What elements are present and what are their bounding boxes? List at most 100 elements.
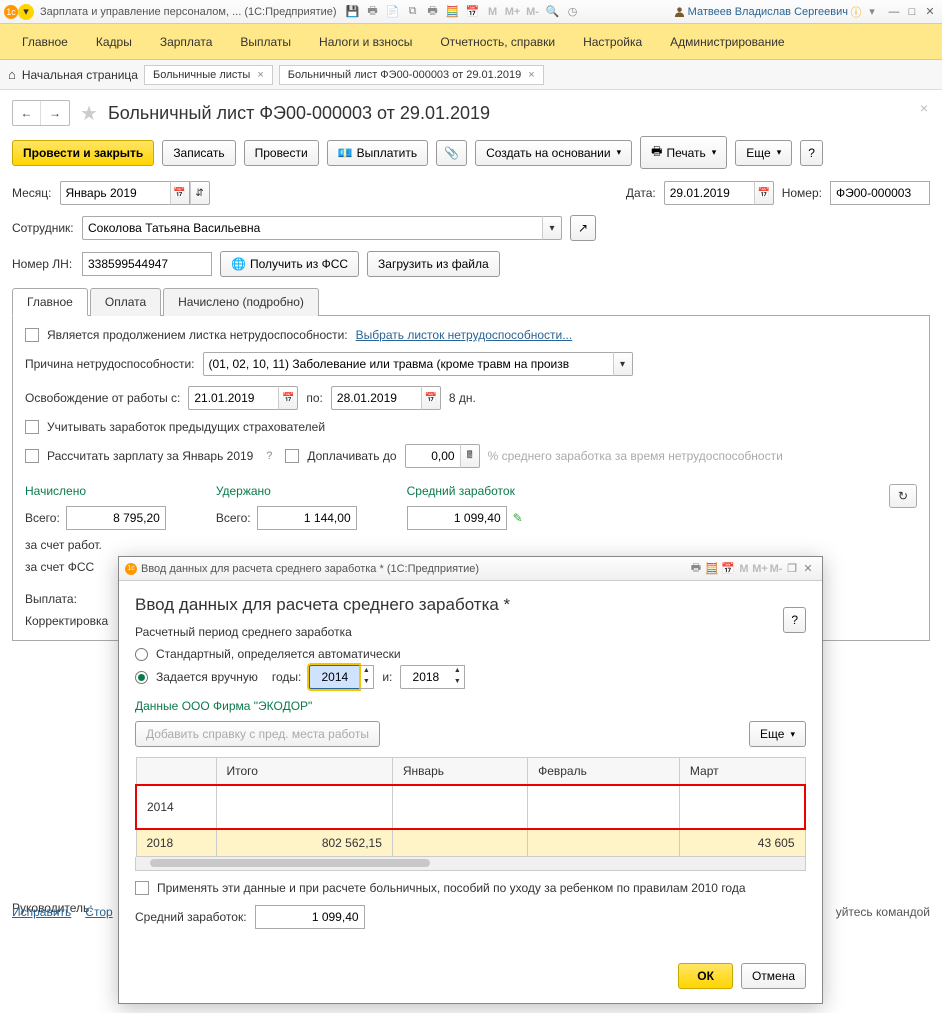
calendar-icon[interactable]: 📅 [421, 386, 441, 410]
save-button[interactable]: Записать [162, 140, 235, 166]
table-row[interactable]: 2018 802 562,15 43 605 [136, 829, 805, 857]
preview-icon[interactable]: 📄 [385, 4, 401, 20]
radio-auto[interactable] [135, 648, 148, 661]
post-and-close-button[interactable]: Провести и закрыть [12, 140, 154, 166]
get-fss-button[interactable]: 🌐Получить из ФСС [220, 251, 359, 277]
minimize-button[interactable]: — [886, 5, 902, 19]
modal-help-button[interactable]: ? [783, 607, 806, 633]
calendar-icon[interactable]: 📅 [170, 181, 190, 205]
spinner-icon[interactable]: ⇵ [190, 181, 210, 205]
spinner[interactable]: ▲▼ [450, 665, 465, 689]
tab-sick-leaves[interactable]: Больничные листы × [144, 65, 273, 85]
withheld-total[interactable] [257, 506, 357, 530]
user-label[interactable]: Матвеев Владислав Сергеевич [674, 6, 848, 18]
dropdown-icon[interactable]: ▾ [542, 216, 562, 240]
m-plus-icon[interactable]: M+ [752, 561, 768, 577]
open-employee-button[interactable]: ↗ [570, 215, 596, 241]
employee-input[interactable] [82, 216, 542, 240]
calendar-icon[interactable]: 📅 [278, 386, 298, 410]
compare-icon[interactable]: ⧉ [405, 4, 421, 20]
spinner[interactable]: ▲▼ [359, 665, 374, 689]
calendar-icon[interactable]: 📅 [465, 4, 481, 20]
menu-salary[interactable]: Зарплата [146, 24, 227, 60]
maximize-button[interactable]: □ [904, 5, 920, 19]
date-input[interactable] [664, 181, 754, 205]
calendar-icon[interactable]: 📅 [720, 561, 736, 577]
menu-taxes[interactable]: Налоги и взносы [305, 24, 426, 60]
dropdown-icon[interactable]: ▾ [18, 4, 34, 20]
modal-more-button[interactable]: Еще▾ [749, 721, 806, 747]
select-prev-link[interactable]: Выбрать листок нетрудоспособности... [356, 328, 573, 342]
print-button[interactable]: 🖶Печать▾ [640, 136, 727, 169]
post-button[interactable]: Провести [244, 140, 319, 166]
m-minus-icon[interactable]: M- [768, 561, 784, 577]
year-to-input[interactable] [400, 665, 450, 689]
restore-icon[interactable]: ❐ [784, 561, 800, 577]
continuation-checkbox[interactable] [25, 328, 39, 342]
nav-forward[interactable]: → [41, 101, 69, 125]
create-based-on-button[interactable]: Создать на основании▾ [475, 140, 632, 166]
close-icon[interactable]: × [257, 69, 263, 81]
menu-admin[interactable]: Администрирование [656, 24, 798, 60]
table-row[interactable]: 2014 [136, 785, 805, 829]
more-button[interactable]: Еще▾ [735, 140, 792, 166]
m-plus-icon[interactable]: M+ [505, 4, 521, 20]
close-icon[interactable]: × [528, 69, 534, 81]
print2-icon[interactable]: 🖶 [425, 4, 441, 20]
dropdown2-icon[interactable]: ▾ [864, 4, 880, 20]
print-icon[interactable]: 🖶 [688, 561, 704, 577]
zoom-icon[interactable]: 🔍 [545, 4, 561, 20]
favorite-icon[interactable]: ★ [80, 101, 98, 126]
dropdown-icon[interactable]: ▾ [613, 352, 633, 376]
print-icon[interactable]: 🖶 [365, 4, 381, 20]
modal-avg-input[interactable] [255, 905, 365, 929]
reason-select[interactable] [203, 352, 613, 376]
attachment-button[interactable]: 📎 [436, 140, 467, 166]
m-minus-icon[interactable]: M- [525, 4, 541, 20]
m-icon[interactable]: M [736, 561, 752, 577]
month-input[interactable] [60, 181, 170, 205]
info-icon[interactable]: ⓘ [848, 4, 864, 20]
close-window-button[interactable]: ✕ [922, 5, 938, 19]
accrued-total[interactable] [66, 506, 166, 530]
clock-icon[interactable]: ◷ [565, 4, 581, 20]
menu-payments[interactable]: Выплаты [226, 24, 305, 60]
ln-input[interactable] [82, 252, 212, 276]
calc-icon[interactable]: 🧮 [445, 4, 461, 20]
h-scrollbar[interactable] [135, 857, 806, 871]
calc-icon[interactable]: 🧮 [704, 561, 720, 577]
fix-link[interactable]: Исправить [12, 905, 71, 919]
radio-manual[interactable] [135, 671, 148, 684]
home-icon[interactable]: ⌂ [8, 67, 16, 82]
topup-checkbox[interactable] [285, 449, 299, 463]
avg-value[interactable] [407, 506, 507, 530]
tab-main[interactable]: Главное [12, 288, 88, 316]
add-ref-button[interactable]: Добавить справку с пред. места работы [135, 721, 380, 747]
storno-link[interactable]: Стор [85, 905, 112, 919]
close-doc-icon[interactable]: × [920, 100, 928, 116]
cancel-button[interactable]: Отмена [741, 963, 806, 989]
pay-button[interactable]: 💶Выплатить [327, 140, 428, 166]
refresh-button[interactable]: ↻ [889, 484, 917, 508]
calendar-icon[interactable]: 📅 [754, 181, 774, 205]
ok-button[interactable]: ОК [678, 963, 733, 989]
release-from-input[interactable] [188, 386, 278, 410]
menu-personnel[interactable]: Кадры [82, 24, 146, 60]
topup-input[interactable] [405, 444, 460, 468]
menu-main[interactable]: Главное [8, 24, 82, 60]
release-to-input[interactable] [331, 386, 421, 410]
pencil-icon[interactable]: ✎ [513, 511, 523, 525]
calc-icon[interactable]: 🖩 [460, 444, 480, 468]
menu-reports[interactable]: Отчетность, справки [426, 24, 569, 60]
apply-2010-checkbox[interactable] [135, 881, 149, 895]
tab-accrued-detail[interactable]: Начислено (подробно) [163, 288, 319, 316]
number-input[interactable] [830, 181, 930, 205]
nav-back[interactable]: ← [13, 101, 41, 125]
prev-insurers-checkbox[interactable] [25, 420, 39, 434]
home-label[interactable]: Начальная страница [22, 68, 138, 82]
save-icon[interactable]: 💾 [345, 4, 361, 20]
tab-sick-leave-doc[interactable]: Больничный лист ФЭ00-000003 от 29.01.201… [279, 65, 544, 85]
menu-settings[interactable]: Настройка [569, 24, 656, 60]
help-icon[interactable]: ? [261, 448, 277, 464]
m-icon[interactable]: M [485, 4, 501, 20]
